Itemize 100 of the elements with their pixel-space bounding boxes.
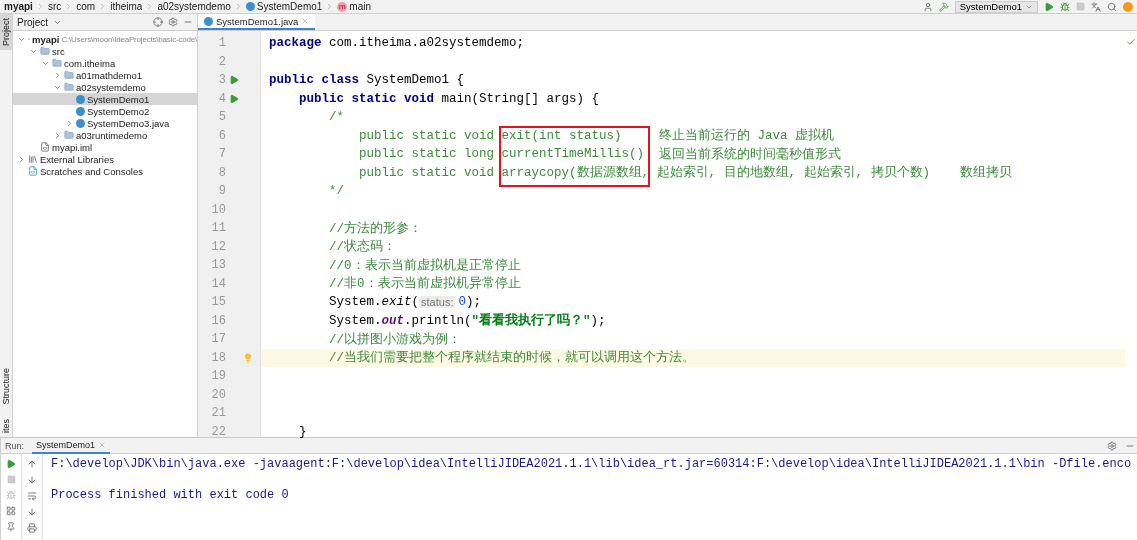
code-text: com.itheima.a02systemdemo; [328,36,525,51]
code-text: package [269,36,322,51]
tree-item[interactable]: a03runtimedemo [13,129,197,141]
line-number: 5 [217,110,226,125]
code-text: 终止当前运行的 Java 虚拟机 [658,127,835,145]
line-number: 14 [210,276,226,291]
breadcrumb[interactable]: src [47,1,62,12]
tree-label: SystemDemo1 [87,93,150,105]
search-icon[interactable] [1107,1,1117,12]
breadcrumb[interactable]: a02systemdemo [157,1,231,12]
down-icon[interactable] [27,475,37,485]
line-number: 22 [210,424,226,439]
line-number: 17 [210,332,226,347]
code-text: /* [329,110,344,125]
run-icon[interactable] [229,75,239,86]
collapse-icon [53,70,62,80]
panel-title[interactable]: Project [17,16,49,28]
build-icon[interactable] [938,1,949,12]
breadcrumb[interactable]: SystemDemo1 [245,1,323,12]
tree-item[interactable]: myapi C:\Users\moon\IdeaProjects\basic-code\ [13,33,197,45]
settings-icon[interactable] [168,17,178,27]
tree-item[interactable]: a02systemdemo [13,81,197,93]
line-number: 2 [217,54,226,69]
tree-item[interactable]: SystemDemo1 [13,93,197,105]
debug-icon[interactable] [6,490,16,500]
run-config-dropdown[interactable]: SystemDemo1 [954,0,1038,13]
side-tab[interactable]: Structure [0,364,12,409]
stop-icon[interactable] [1076,2,1085,11]
tree-item[interactable]: SystemDemo3.java [13,117,197,129]
code-text: public static void [359,165,496,180]
settings-icon[interactable] [1107,440,1118,451]
pin-icon[interactable] [6,522,16,532]
close-icon[interactable] [98,440,107,449]
scroll-end-icon[interactable] [27,507,37,517]
code-text: //方法的形参： [329,220,422,237]
line-number: 19 [210,369,226,384]
line-number: 11 [210,221,226,236]
library-icon [28,154,38,164]
run-icon[interactable] [1044,1,1054,12]
code-text: .println( [404,313,472,328]
tree-item[interactable]: Scratches and Consoles [13,165,197,177]
tree-label: Scratches and Consoles [40,165,143,177]
line-number: 10 [210,202,226,217]
layout-icon[interactable] [6,506,16,516]
line-number: 15 [210,295,226,310]
translate-icon[interactable] [1091,1,1101,12]
bulb-icon[interactable] [243,352,253,363]
run-tab[interactable]: SystemDemo1 [32,437,111,454]
wrap-icon[interactable] [27,491,37,501]
side-tab[interactable]: Project [0,14,12,50]
print-icon[interactable] [27,523,37,533]
up-icon[interactable] [27,459,37,469]
code-text: exit(int status) [501,128,622,143]
tree-item[interactable]: com.itheima [13,57,197,69]
code-text: ); [590,313,606,328]
tree-label: a02systemdemo [76,81,146,93]
tree-label: src [52,45,65,57]
tree-item[interactable]: External Libraries [13,153,197,165]
code-text: 0 [458,295,466,310]
code-text: arraycopy(数据源数组, [501,164,650,182]
code-text: //当我们需要把整个程序就结束的时候，就可以调用这个方法。 [329,349,695,367]
code-text: */ [329,184,344,199]
user-icon[interactable] [922,1,933,12]
run-icon[interactable] [229,93,239,104]
side-tab[interactable]: ites [0,415,12,437]
tree-item[interactable]: myapi.iml [13,141,197,153]
tab-label: SystemDemo1 [36,439,96,450]
stop-icon[interactable] [6,475,16,484]
code-text: //0：表示当前虚拟机是正常停止 [329,257,521,274]
breadcrumb[interactable]: m main [337,1,372,12]
code-text: main(String[] args) { [440,91,600,106]
locate-icon[interactable] [153,17,163,27]
line-number: 20 [210,387,226,402]
code-text: SystemDemo1 { [365,73,465,88]
file-icon [40,142,50,152]
code-text: "看看我执行了吗？" [471,312,591,330]
breadcrumb[interactable]: com [76,1,96,12]
line-number: 1 [217,36,226,51]
line-number: 8 [217,165,226,180]
tree-item[interactable]: a01mathdemo1 [13,69,197,81]
breadcrumb[interactable]: itheima [110,1,143,12]
close-icon[interactable] [301,17,310,25]
line-number: 3 [217,73,226,88]
update-icon[interactable] [1123,1,1133,12]
tree-label: SystemDemo3.java [87,117,170,129]
line-number: 6 [217,128,226,143]
code-text: public static long [359,147,496,162]
tree-label: a01mathdemo1 [76,69,143,81]
editor-tab[interactable]: SystemDemo1.java [198,14,316,30]
tree-item[interactable]: SystemDemo2 [13,105,197,117]
tree-label: External Libraries [40,153,114,165]
line-number: 9 [217,184,226,199]
run-icon[interactable] [6,459,16,469]
console-command: F:\develop\JDK\bin\java.exe -javaagent:F:\develop\idea\IntelliJIDEA2021.1.1\lib\idea_rt.jar=60314:F:\develop\idea\IntelliJIDEA2021.1.1\bin -Dfile.enco [51,457,1132,471]
breadcrumb[interactable]: myapi [4,1,33,12]
debug-icon[interactable] [1060,1,1070,12]
tree-item[interactable]: src [13,45,197,57]
code-text: } [299,424,307,439]
console-message: Process finished with exit code 0 [51,488,290,502]
code-text: 起始索引, 目的地数组, 起始索引, 拷贝个数) 数组拷贝 [655,164,1013,182]
